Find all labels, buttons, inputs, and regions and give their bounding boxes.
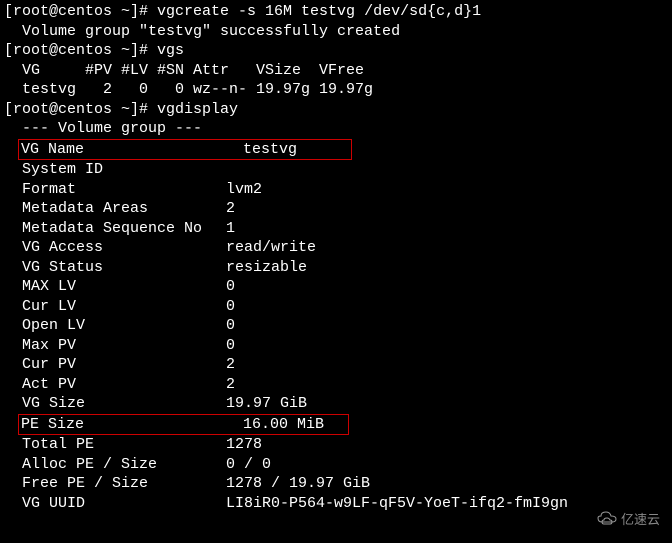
openlv-row: Open LV0 (4, 316, 668, 336)
mdareas-label: Metadata Areas (4, 199, 226, 219)
openlv-label: Open LV (4, 316, 226, 336)
maxpv-value: 0 (226, 336, 668, 356)
command-vgcreate: vgcreate -s 16M testvg /dev/sd{c,d}1 (157, 3, 481, 20)
vg-header: --- Volume group --- (4, 119, 668, 139)
totalpe-value: 1278 (226, 435, 668, 455)
prompt: [root@centos ~]# (4, 3, 157, 20)
allocpe-value: 0 / 0 (226, 455, 668, 475)
format-row: Formatlvm2 (4, 180, 668, 200)
actpv-label: Act PV (4, 375, 226, 395)
vgs-row: testvg 2 0 0 wz--n- 19.97g 19.97g (4, 80, 668, 100)
pesize-value: 16.00 MiB (243, 415, 324, 435)
status-label: VG Status (4, 258, 226, 278)
access-row: VG Accessread/write (4, 238, 668, 258)
curpv-row: Cur PV2 (4, 355, 668, 375)
terminal-line: [root@centos ~]# vgs (4, 41, 668, 61)
maxpv-label: Max PV (4, 336, 226, 356)
highlight-box-icon: VG Name testvg (18, 139, 352, 161)
terminal-line: [root@centos ~]# vgdisplay (4, 100, 668, 120)
terminal-line: [root@centos ~]# vgcreate -s 16M testvg … (4, 2, 668, 22)
pesize-row: PE Size 16.00 MiB (4, 414, 668, 436)
freepe-label: Free PE / Size (4, 474, 226, 494)
actpv-value: 2 (226, 375, 668, 395)
vg-name-label: VG Name (21, 140, 243, 160)
watermark: 亿速云 (597, 511, 660, 531)
freepe-row: Free PE / Size1278 / 19.97 GiB (4, 474, 668, 494)
vgsize-label: VG Size (4, 394, 226, 414)
status-value: resizable (226, 258, 668, 278)
uuid-value: LI8iR0-P564-w9LF-qF5V-YoeT-ifq2-fmI9gn (226, 494, 668, 514)
openlv-value: 0 (226, 316, 668, 336)
uuid-label: VG UUID (4, 494, 226, 514)
mdseq-value: 1 (226, 219, 668, 239)
vgsize-value: 19.97 GiB (226, 394, 668, 414)
maxpv-row: Max PV0 (4, 336, 668, 356)
freepe-value: 1278 / 19.97 GiB (226, 474, 668, 494)
curlv-row: Cur LV0 (4, 297, 668, 317)
vgs-header: VG #PV #LV #SN Attr VSize VFree (4, 61, 668, 81)
mdareas-row: Metadata Areas2 (4, 199, 668, 219)
allocpe-row: Alloc PE / Size0 / 0 (4, 455, 668, 475)
format-label: Format (4, 180, 226, 200)
vgsize-row: VG Size19.97 GiB (4, 394, 668, 414)
command-vgdisplay: vgdisplay (157, 101, 238, 118)
maxlv-row: MAX LV0 (4, 277, 668, 297)
prompt: [root@centos ~]# (4, 42, 157, 59)
vg-name-value: testvg (243, 140, 297, 160)
status-row: VG Statusresizable (4, 258, 668, 278)
sysid-value (226, 160, 668, 180)
curlv-label: Cur LV (4, 297, 226, 317)
output-line: Volume group "testvg" successfully creat… (4, 22, 668, 42)
cloud-icon (597, 511, 617, 531)
access-label: VG Access (4, 238, 226, 258)
actpv-row: Act PV2 (4, 375, 668, 395)
maxlv-value: 0 (226, 277, 668, 297)
highlight-box-icon: PE Size 16.00 MiB (18, 414, 349, 436)
totalpe-row: Total PE1278 (4, 435, 668, 455)
mdseq-label: Metadata Sequence No (4, 219, 226, 239)
totalpe-label: Total PE (4, 435, 226, 455)
watermark-text: 亿速云 (621, 513, 660, 530)
access-value: read/write (226, 238, 668, 258)
sysid-row: System ID (4, 160, 668, 180)
format-value: lvm2 (226, 180, 668, 200)
mdseq-row: Metadata Sequence No1 (4, 219, 668, 239)
uuid-row: VG UUIDLI8iR0-P564-w9LF-qF5V-YoeT-ifq2-f… (4, 494, 668, 514)
curpv-value: 2 (226, 355, 668, 375)
curpv-label: Cur PV (4, 355, 226, 375)
vg-name-row: VG Name testvg (4, 139, 668, 161)
sysid-label: System ID (4, 160, 226, 180)
allocpe-label: Alloc PE / Size (4, 455, 226, 475)
prompt: [root@centos ~]# (4, 101, 157, 118)
pesize-label: PE Size (21, 415, 243, 435)
curlv-value: 0 (226, 297, 668, 317)
mdareas-value: 2 (226, 199, 668, 219)
command-vgs: vgs (157, 42, 184, 59)
maxlv-label: MAX LV (4, 277, 226, 297)
